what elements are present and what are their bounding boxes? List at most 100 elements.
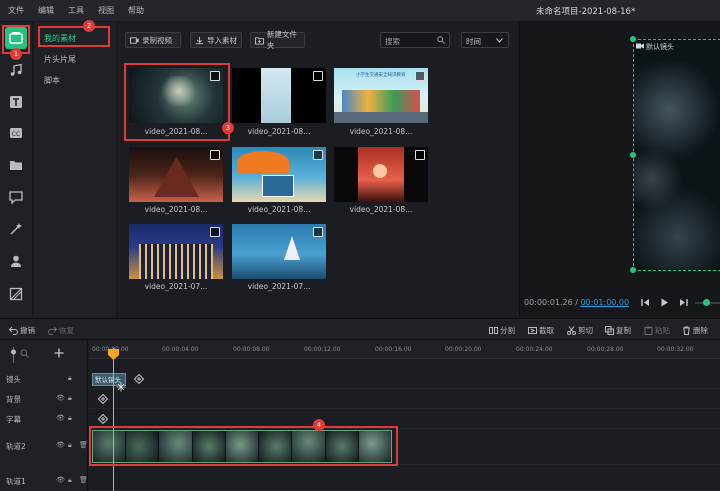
redo-button[interactable]: 恢复 [48, 325, 74, 336]
paste-button[interactable]: 粘贴 [644, 325, 670, 336]
zoom-icon[interactable] [20, 349, 29, 358]
category-panel: 我的素材 片头片尾 脚本 [34, 22, 117, 317]
media-label: video_2021-08... [349, 127, 413, 136]
current-time: 00:00:01.26 [524, 298, 573, 307]
crop-button[interactable]: 截取 [528, 325, 554, 336]
next-frame-icon[interactable] [679, 298, 688, 307]
folder-icon[interactable] [6, 155, 26, 175]
undo-icon [9, 326, 18, 335]
step-badge: 3 [222, 122, 234, 134]
track-name-lens: 镜头 [6, 375, 21, 384]
redo-icon [48, 326, 57, 335]
delete-button[interactable]: 删除 [682, 325, 708, 336]
undo-button[interactable]: 撤销 [9, 325, 35, 336]
poster-text: 小学生交通安全知识教育 [356, 73, 406, 78]
new-folder-button[interactable]: 新建文件夹 [250, 30, 305, 50]
split-button[interactable]: 分割 [489, 325, 515, 336]
video-file-icon [313, 227, 323, 237]
lock-icon[interactable]: 🔒︎ [68, 441, 72, 450]
category-script[interactable]: 脚本 [44, 75, 60, 86]
media-label: video_2021-07... [144, 282, 208, 291]
visibility-icon[interactable]: 👁︎ [56, 414, 65, 422]
record-video-label: 录制视频 [142, 35, 172, 45]
media-label: video_2021-08... [247, 127, 311, 136]
text-icon[interactable] [6, 92, 26, 112]
effects-icon[interactable] [6, 219, 26, 239]
media-thumbnail[interactable] [129, 224, 223, 279]
track-header: 镜头 🔒︎ 背景 👁︎ 🔒︎ 字幕 👁︎ 🔒︎ 轨道2 👁︎ 🔒︎ 🗑︎ 轨道1… [0, 341, 88, 491]
media-thumbnail[interactable] [334, 147, 428, 202]
visibility-icon[interactable]: 👁︎ [56, 394, 65, 402]
video-file-icon [313, 150, 323, 160]
add-track-icon[interactable] [54, 348, 64, 358]
menu-view[interactable]: 视图 [98, 5, 114, 16]
menu-tools[interactable]: 工具 [68, 5, 84, 16]
track-name-subtitle: 字幕 [6, 415, 21, 424]
split-label: 分割 [500, 326, 515, 335]
split-icon [489, 327, 498, 334]
svg-text:CC: CC [12, 131, 20, 138]
track-lane-lens[interactable] [89, 369, 720, 389]
media-thumbnail[interactable] [129, 147, 223, 202]
lock-icon[interactable]: 🔒︎ [68, 476, 72, 485]
media-thumbnail[interactable] [232, 68, 326, 123]
add-keyframe-icon[interactable] [98, 414, 108, 424]
ruler-tick: 00:00:16.00 [375, 346, 412, 353]
track-lane-background[interactable] [89, 389, 720, 409]
time-ruler[interactable]: 00:00:00.00 00:00:04.00 00:00:08.00 00:0… [89, 341, 720, 359]
ruler-tick: 00:00:32.00 [657, 346, 694, 353]
play-icon[interactable] [660, 298, 669, 307]
total-duration[interactable]: 00:01:00.00 [580, 298, 629, 307]
video-file-icon [415, 150, 425, 160]
side-icon-bar: CC [0, 22, 33, 317]
timeline: 镜头 🔒︎ 背景 👁︎ 🔒︎ 字幕 👁︎ 🔒︎ 轨道2 👁︎ 🔒︎ 🗑︎ 轨道1… [0, 341, 720, 491]
previous-frame-icon[interactable] [641, 298, 650, 307]
import-icon [195, 36, 204, 44]
preview-lens-label: 默认镜头 [646, 43, 674, 51]
transition-icon[interactable] [6, 284, 26, 304]
preview-timecode: 00:00:01.26 / 00:01:00.00 [524, 298, 629, 307]
add-keyframe-icon[interactable] [98, 394, 108, 404]
zoom-slider-icon[interactable] [9, 346, 18, 364]
chevron-down-icon [496, 38, 503, 43]
preview-canvas[interactable]: 默认镜头 [633, 39, 720, 271]
video-file-icon [415, 71, 425, 81]
undo-label: 撤销 [20, 326, 35, 335]
lock-icon[interactable]: 🔒︎ [68, 374, 72, 383]
search-input[interactable]: 搜索 [380, 32, 450, 48]
playhead-line[interactable] [113, 348, 114, 491]
subtitle-icon[interactable]: CC [6, 123, 26, 143]
media-thumbnail[interactable] [232, 224, 326, 279]
character-icon[interactable] [6, 251, 26, 271]
annotation-icon[interactable] [6, 187, 26, 207]
ruler-tick: 00:00:12.00 [304, 346, 341, 353]
search-icon [437, 36, 445, 44]
lock-icon[interactable]: 🔒︎ [68, 414, 72, 423]
trash-icon[interactable]: 🗑︎ [79, 441, 88, 449]
sort-select[interactable]: 时间 [461, 32, 509, 48]
media-thumbnail[interactable]: 小学生交通安全知识教育 [334, 68, 428, 123]
visibility-icon[interactable]: 👁︎ [56, 441, 65, 449]
step-badge: 1 [10, 48, 22, 60]
volume-slider-handle[interactable] [703, 299, 710, 306]
cut-button[interactable]: 剪切 [567, 325, 593, 336]
lock-icon[interactable]: 🔒︎ [68, 394, 72, 403]
copy-button[interactable]: 复制 [605, 325, 631, 336]
add-keyframe-icon[interactable] [134, 374, 144, 384]
crop-label: 截取 [539, 326, 554, 335]
music-icon[interactable] [6, 60, 26, 80]
media-label: video_2021-08... [144, 205, 208, 214]
media-thumbnail[interactable] [232, 147, 326, 202]
track-lane-track1[interactable] [89, 471, 720, 491]
track-name-background: 背景 [6, 395, 21, 404]
menu-help[interactable]: 帮助 [128, 5, 144, 16]
visibility-icon[interactable]: 👁︎ [56, 476, 65, 484]
menu-file[interactable]: 文件 [8, 5, 24, 16]
record-video-button[interactable]: 录制视频 [125, 32, 181, 48]
import-media-button[interactable]: 导入素材 [190, 32, 242, 48]
trash-icon [683, 326, 690, 335]
copy-label: 复制 [616, 326, 631, 335]
trash-icon[interactable]: 🗑︎ [79, 476, 88, 484]
menu-edit[interactable]: 编辑 [38, 5, 54, 16]
category-intro-outro[interactable]: 片头片尾 [44, 54, 76, 65]
